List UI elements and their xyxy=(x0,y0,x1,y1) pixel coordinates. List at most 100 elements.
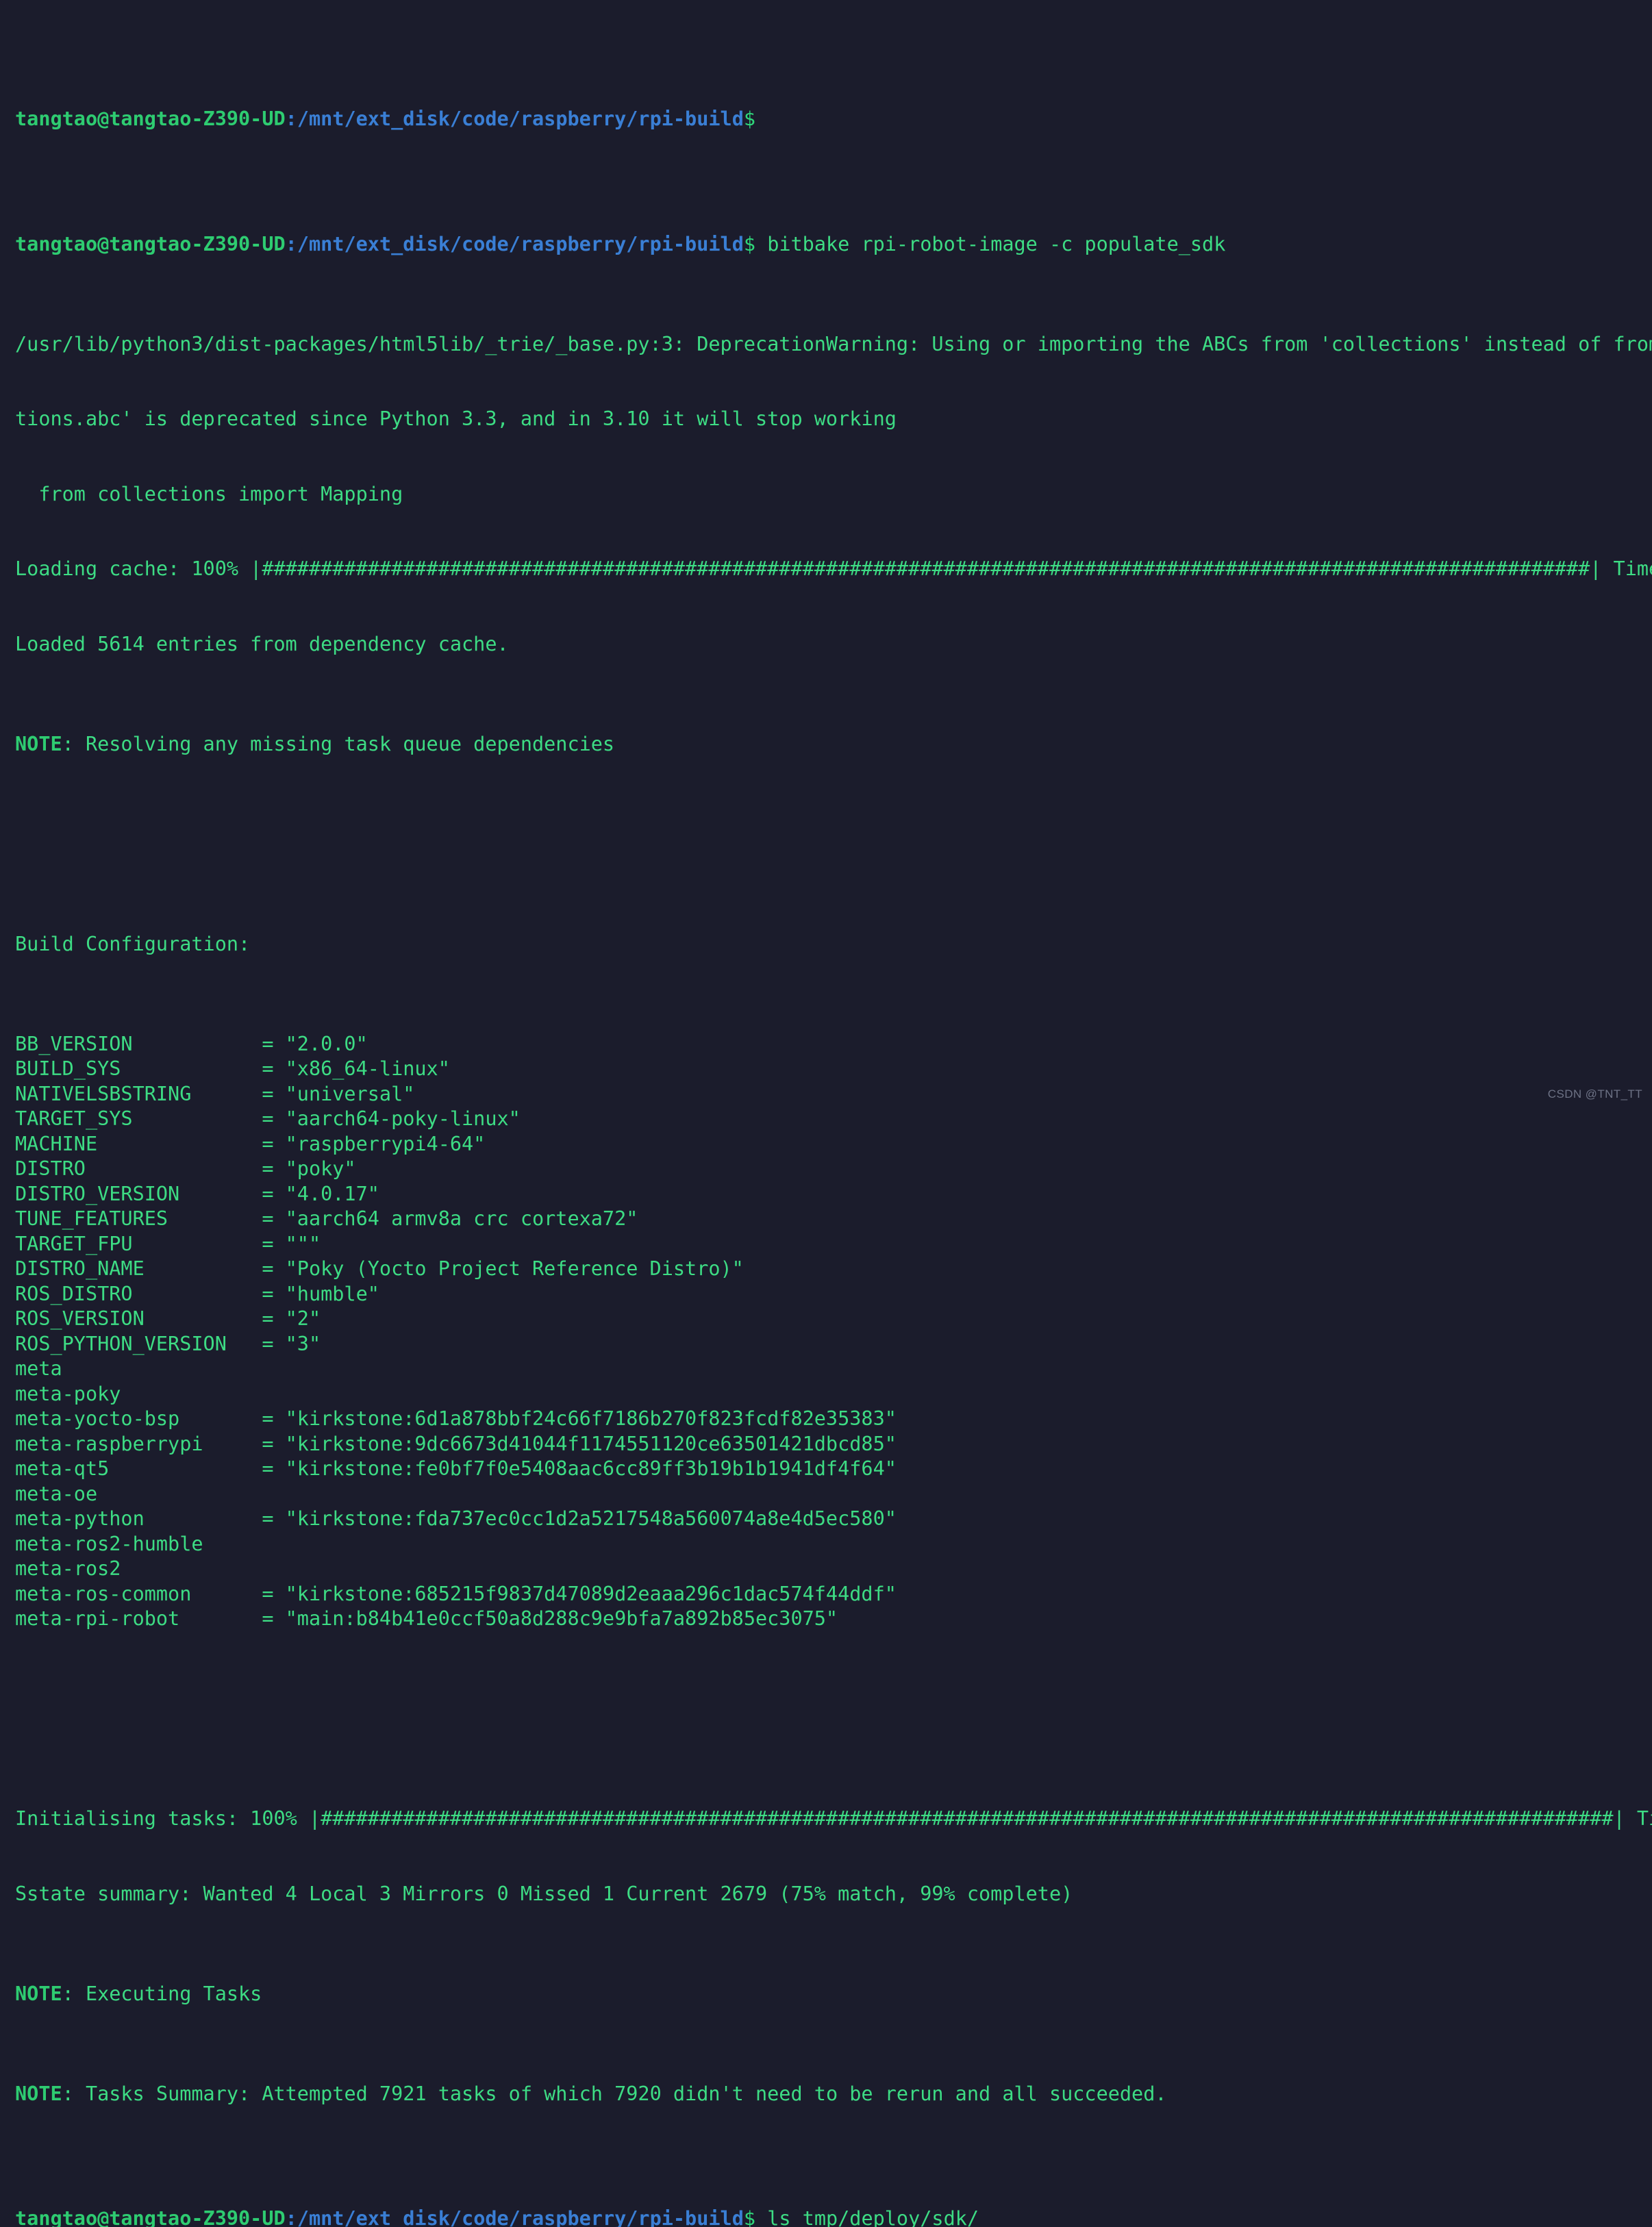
prompt-user-host: tangtao@tangtao-Z390-UD xyxy=(15,232,286,255)
note-label: NOTE xyxy=(15,1982,62,2005)
config-key: NATIVELSBSTRING xyxy=(15,1082,262,1105)
config-key: ROS_VERSION xyxy=(15,1307,262,1330)
output-line: from collections import Mapping xyxy=(15,482,403,505)
config-row: DISTRO = "poky" xyxy=(15,1157,1652,1182)
config-value: = "kirkstone:9dc6673d41044f1174551120ce6… xyxy=(262,1432,897,1455)
build-configuration-header: Build Configuration: xyxy=(15,932,251,955)
config-row: ROS_PYTHON_VERSION = "3" xyxy=(15,1332,1652,1357)
config-row: DISTRO_NAME = "Poky (Yocto Project Refer… xyxy=(15,1257,1652,1282)
prompt-dollar: $ xyxy=(743,2207,756,2227)
config-key: ROS_PYTHON_VERSION xyxy=(15,1332,262,1355)
prompt-path: /mnt/ext_disk/code/raspberry/rpi-build xyxy=(297,108,744,130)
terminal-window[interactable]: tangtao@tangtao-Z390-UD:/mnt/ext_disk/co… xyxy=(0,0,1652,2227)
config-key: meta-ros2-humble xyxy=(15,1532,203,1555)
output-line-loaded-entries: Loaded 5614 entries from dependency cach… xyxy=(15,632,509,655)
config-value: = "kirkstone:685215f9837d47089d2eaaa296c… xyxy=(262,1582,897,1605)
config-key: meta-rpi-robot xyxy=(15,1607,262,1630)
config-key: ROS_DISTRO xyxy=(15,1282,262,1305)
output-line: /usr/lib/python3/dist-packages/html5lib/… xyxy=(15,332,1652,355)
config-value: = "Poky (Yocto Project Reference Distro)… xyxy=(262,1257,744,1280)
config-key: meta-raspberrypi xyxy=(15,1432,262,1455)
config-value: = "aarch64-poky-linux" xyxy=(262,1107,521,1130)
note-executing-line: NOTE: Executing Tasks xyxy=(15,1982,1652,2007)
config-key: meta-poky xyxy=(15,1382,121,1405)
config-key: meta-ros2 xyxy=(15,1557,121,1580)
config-row: TUNE_FEATURES = "aarch64 armv8a crc cort… xyxy=(15,1207,1652,1232)
config-row: meta-ros-common = "kirkstone:685215f9837… xyxy=(15,1582,1652,1607)
config-value: = "2.0.0" xyxy=(262,1032,368,1055)
config-value: = "x86_64-linux" xyxy=(262,1057,450,1080)
config-key: meta-qt5 xyxy=(15,1457,262,1480)
output-line: tions.abc' is deprecated since Python 3.… xyxy=(15,407,897,430)
watermark-label: CSDN @TNT_TT xyxy=(1547,1087,1642,1100)
config-row: DISTRO_VERSION = "4.0.17" xyxy=(15,1182,1652,1207)
note-resolving-line: NOTE: Resolving any missing task queue d… xyxy=(15,732,1652,757)
prompt-dollar: $ xyxy=(743,232,756,255)
note-tasks-summary-line: NOTE: Tasks Summary: Attempted 7921 task… xyxy=(15,2082,1652,2107)
config-value: = "universal" xyxy=(262,1082,415,1105)
output-line-initialising-tasks: Initialising tasks: 100% |##############… xyxy=(15,1807,1652,1830)
config-key: TARGET_SYS xyxy=(15,1107,262,1130)
config-row: BB_VERSION = "2.0.0" xyxy=(15,1032,1652,1057)
config-row: meta-rpi-robot = "main:b84b41e0ccf50a8d2… xyxy=(15,1607,1652,1632)
config-value: = "2" xyxy=(262,1307,321,1330)
output-line-sstate-summary: Sstate summary: Wanted 4 Local 3 Mirrors… xyxy=(15,1882,1073,1905)
config-key: DISTRO_NAME xyxy=(15,1257,262,1280)
config-value: = "raspberrypi4-64" xyxy=(262,1132,486,1155)
note-text: : Tasks Summary: Attempted 7921 tasks of… xyxy=(62,2082,1167,2105)
config-value: = "main:b84b41e0ccf50a8d288c9e9bfa7a892b… xyxy=(262,1607,838,1630)
command-bitbake: bitbake rpi-robot-image -c populate_sdk xyxy=(755,232,1226,255)
config-row: NATIVELSBSTRING = "universal" xyxy=(15,1082,1652,1107)
config-row: meta-ros2 xyxy=(15,1557,1652,1582)
note-text: : Executing Tasks xyxy=(62,1982,262,2005)
prompt-separator: : xyxy=(285,108,297,130)
prompt-separator: : xyxy=(285,232,297,255)
config-key: DISTRO_VERSION xyxy=(15,1182,262,1205)
config-row: TARGET_SYS = "aarch64-poky-linux" xyxy=(15,1107,1652,1132)
config-key: meta-oe xyxy=(15,1482,98,1505)
config-value: = "3" xyxy=(262,1332,321,1355)
output-line-loading-cache: Loading cache: 100% |###################… xyxy=(15,557,1652,580)
prompt-dollar: $ xyxy=(743,108,756,130)
config-key: TUNE_FEATURES xyxy=(15,1207,262,1230)
config-value: = """ xyxy=(262,1232,321,1255)
config-row: meta-python = "kirkstone:fda737ec0cc1d2a… xyxy=(15,1507,1652,1532)
config-row: MACHINE = "raspberrypi4-64" xyxy=(15,1132,1652,1157)
config-key: meta-yocto-bsp xyxy=(15,1407,262,1430)
config-row: meta-oe xyxy=(15,1482,1652,1507)
config-row: meta-ros2-humble xyxy=(15,1532,1652,1557)
note-text: : Resolving any missing task queue depen… xyxy=(62,732,615,755)
config-key: meta xyxy=(15,1357,62,1380)
prompt-path: /mnt/ext_disk/code/raspberry/rpi-build xyxy=(297,2207,744,2227)
config-value: = "aarch64 armv8a crc cortexa72" xyxy=(262,1207,638,1230)
config-row: ROS_VERSION = "2" xyxy=(15,1307,1652,1332)
prompt-user-host: tangtao@tangtao-Z390-UD xyxy=(15,108,286,130)
note-label: NOTE xyxy=(15,732,62,755)
config-value: = "humble" xyxy=(262,1282,379,1305)
config-value: = "4.0.17" xyxy=(262,1182,379,1205)
config-value: = "kirkstone:fe0bf7f0e5408aac6cc89ff3b19… xyxy=(262,1457,897,1480)
prompt-line-3: tangtao@tangtao-Z390-UD:/mnt/ext_disk/co… xyxy=(15,2206,1652,2227)
config-key: meta-python xyxy=(15,1507,262,1530)
config-row: meta-yocto-bsp = "kirkstone:6d1a878bbf24… xyxy=(15,1407,1652,1432)
prompt-line-2: tangtao@tangtao-Z390-UD:/mnt/ext_disk/co… xyxy=(15,232,1652,257)
config-key: TARGET_FPU xyxy=(15,1232,262,1255)
config-key: MACHINE xyxy=(15,1132,262,1155)
prompt-line-1: tangtao@tangtao-Z390-UD:/mnt/ext_disk/co… xyxy=(15,107,1652,132)
config-key: BB_VERSION xyxy=(15,1032,262,1055)
config-row: BUILD_SYS = "x86_64-linux" xyxy=(15,1057,1652,1082)
prompt-path: /mnt/ext_disk/code/raspberry/rpi-build xyxy=(297,232,744,255)
prompt-user-host: tangtao@tangtao-Z390-UD xyxy=(15,2207,286,2227)
build-configuration-rows: BB_VERSION = "2.0.0" BUILD_SYS = "x86_64-… xyxy=(15,1032,1652,1632)
config-row: meta-qt5 = "kirkstone:fe0bf7f0e5408aac6c… xyxy=(15,1457,1652,1482)
config-key: meta-ros-common xyxy=(15,1582,262,1605)
config-value: = "kirkstone:6d1a878bbf24c66f7186b270f82… xyxy=(262,1407,897,1430)
config-value: = "poky" xyxy=(262,1157,356,1180)
config-value: = "kirkstone:fda737ec0cc1d2a5217548a5600… xyxy=(262,1507,897,1530)
config-row: meta-poky xyxy=(15,1382,1652,1407)
config-row: meta xyxy=(15,1357,1652,1382)
config-key: DISTRO xyxy=(15,1157,262,1180)
command-ls: ls tmp/deploy/sdk/ xyxy=(755,2207,979,2227)
